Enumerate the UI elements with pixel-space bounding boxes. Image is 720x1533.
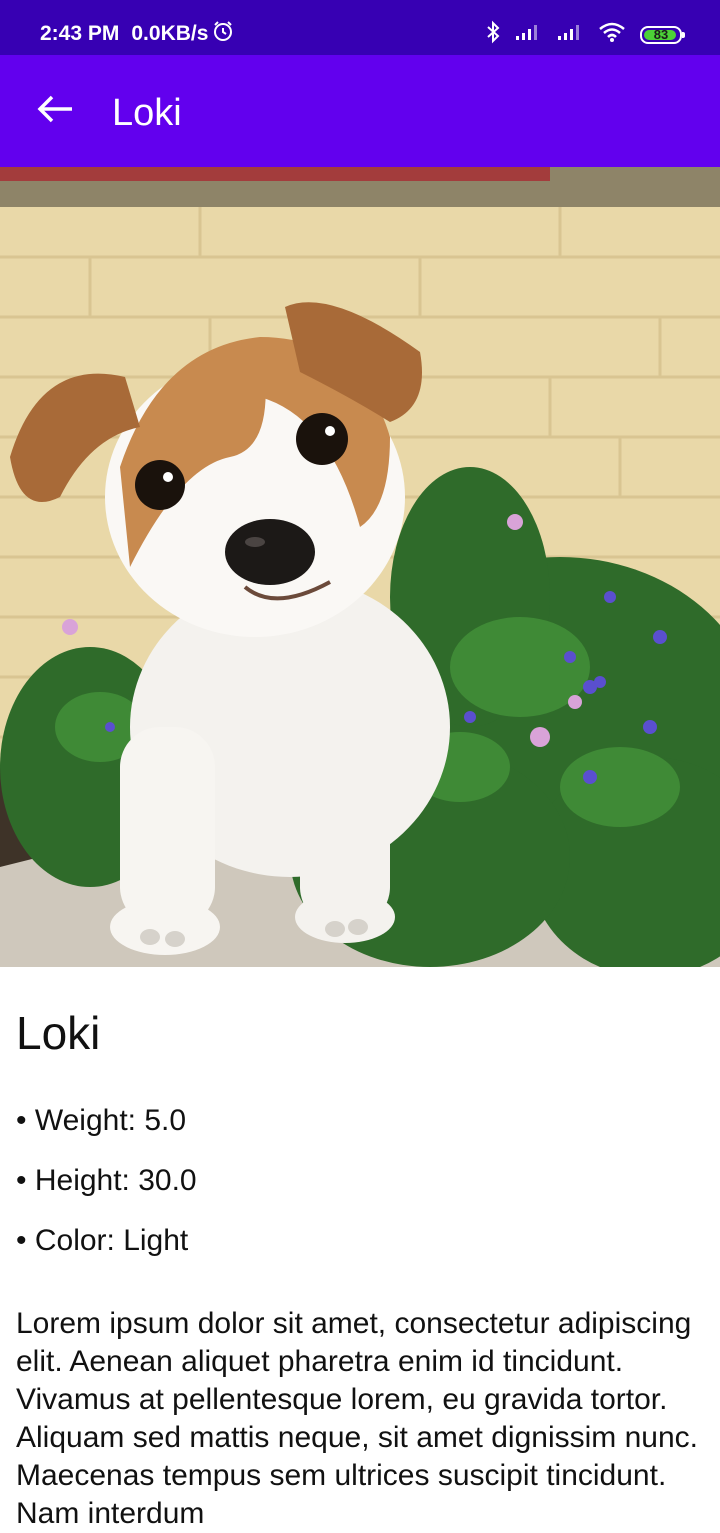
battery-level: 83 [653,27,669,42]
battery-tip [682,31,685,38]
dog-photo [0,167,720,967]
dog-name: Loki [16,1007,101,1059]
status-bar: 2:43 PM 0.0KB/s 83 [0,0,720,55]
status-left: 2:43 PM 0.0KB/s [40,20,234,48]
signal-icon [556,22,584,47]
back-button[interactable] [26,81,86,141]
dog-details: Loki • Weight: 5.0 • Height: 30.0 • Colo… [16,1005,706,1533]
arrow-left-icon [36,94,76,129]
battery-icon: 83 [640,25,685,44]
wifi-icon [598,21,626,48]
app-bar: Loki [0,55,720,167]
signal-icon [514,22,542,47]
dog-weight: • Weight: 5.0 [16,1104,187,1137]
status-net-speed: 0.0KB/s [131,22,209,45]
app-bar-title: Loki [112,92,182,134]
dog-color: • Color: Light [16,1224,189,1257]
dog-height: • Height: 30.0 [16,1164,197,1197]
bluetooth-icon [486,20,500,49]
dog-description: Lorem ipsum dolor sit amet, consectetur … [16,1307,698,1530]
alarm-icon [212,20,234,48]
status-right: 83 [486,20,685,49]
status-time: 2:43 PM [40,22,120,45]
